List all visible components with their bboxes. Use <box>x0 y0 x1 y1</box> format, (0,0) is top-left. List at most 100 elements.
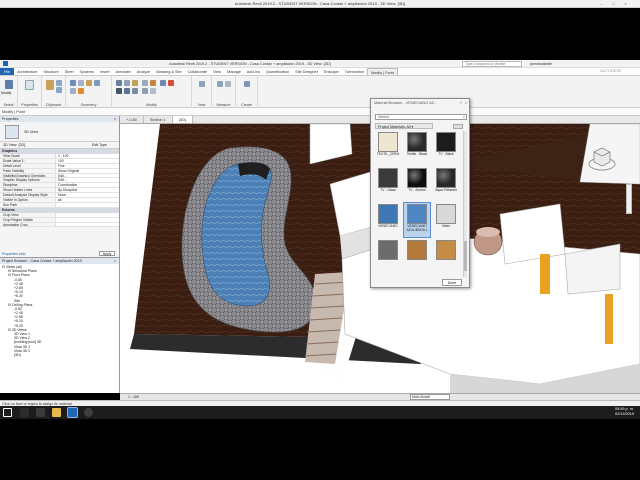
trim-icon[interactable] <box>142 80 148 86</box>
done-button[interactable]: Done <box>442 279 462 286</box>
copy-element-icon[interactable] <box>124 88 130 94</box>
revit-taskbar-icon[interactable] <box>67 407 78 418</box>
property-value[interactable] <box>55 212 119 217</box>
tab-annotate[interactable]: Annotate <box>113 68 134 75</box>
properties-help-link[interactable]: Properties help <box>2 252 26 256</box>
minimize-button[interactable]: – <box>598 1 605 7</box>
property-value[interactable] <box>55 202 119 207</box>
property-value[interactable]: Show Original <box>55 168 119 173</box>
tab-steel[interactable]: Steel <box>62 68 77 75</box>
cut-geometry-icon[interactable] <box>78 80 84 86</box>
search-icon[interactable] <box>20 408 29 417</box>
tab-site-designer[interactable]: Site Designer <box>292 68 321 75</box>
tab-enscape[interactable]: Enscape <box>321 68 342 75</box>
tree-item[interactable]: {3D} <box>2 353 117 357</box>
tab-analyze[interactable]: Analyze <box>134 68 154 75</box>
cope-icon[interactable] <box>70 80 76 86</box>
tab-architecture[interactable]: Architecture <box>14 68 40 75</box>
material-tile[interactable]: TEXTIL_CREA <box>375 131 401 165</box>
task-view-icon[interactable] <box>36 408 45 417</box>
tab-quantification[interactable]: Quantification <box>263 68 292 75</box>
project-materials-dropdown[interactable]: Project Materials: All ▾ <box>375 123 433 129</box>
material-tile[interactable]: VENECIANO AZUL/BUDA 1 <box>403 202 431 238</box>
modify-cursor-icon[interactable] <box>5 80 13 89</box>
view-options-icon[interactable] <box>453 124 463 129</box>
file-explorer-icon[interactable] <box>52 408 61 417</box>
property-value[interactable]: Edit... <box>55 173 119 178</box>
rotate-icon[interactable] <box>132 88 138 94</box>
material-tile[interactable]: Video <box>433 203 459 237</box>
array-icon[interactable] <box>142 88 148 94</box>
material-tile[interactable]: VENECIANO <box>375 203 401 237</box>
paste-icon[interactable] <box>46 80 54 90</box>
material-tile[interactable] <box>375 239 401 273</box>
close-icon[interactable]: × <box>465 99 467 108</box>
tab-twinmotion[interactable]: Twinmotion <box>342 68 367 75</box>
view-tab[interactable]: {3D} <box>172 116 194 123</box>
apply-button[interactable]: Apply <box>99 251 115 256</box>
viewcube[interactable] <box>588 144 616 172</box>
hide-icon[interactable] <box>199 81 205 87</box>
property-value[interactable]: 100 <box>55 158 119 163</box>
mirror-icon[interactable] <box>132 80 138 86</box>
properties-icon[interactable] <box>25 80 34 90</box>
tab-collaborate[interactable]: Collaborate <box>185 68 210 75</box>
tab-modify-point[interactable]: Modify | Point <box>366 68 398 75</box>
edit-type-button[interactable]: Edit Type <box>92 143 107 147</box>
property-value[interactable]: all <box>55 198 119 202</box>
tab-massing-site[interactable]: Massing & Site <box>153 68 184 75</box>
dimension-icon[interactable] <box>225 81 231 87</box>
clear-search-icon[interactable]: × <box>463 115 465 120</box>
copy-icon[interactable] <box>56 87 62 93</box>
close-button[interactable]: × <box>622 1 629 7</box>
tab-systems[interactable]: Systems <box>76 68 97 75</box>
material-tile[interactable]: TV - Screen <box>404 167 430 201</box>
move-icon[interactable] <box>116 88 122 94</box>
material-search-input[interactable]: Venecl × <box>375 114 467 120</box>
scale-icon[interactable] <box>150 88 156 94</box>
view-scale[interactable]: 1 : 100 <box>128 395 139 399</box>
offset-icon[interactable] <box>124 80 130 86</box>
wall-joins-icon[interactable] <box>70 88 76 94</box>
material-tile[interactable]: Vapor Retarder <box>433 167 459 201</box>
tab-manage[interactable]: Manage <box>224 68 244 75</box>
material-tile[interactable] <box>433 239 459 273</box>
navigation-bar[interactable] <box>626 184 632 214</box>
material-tile[interactable]: Textile - Black <box>404 131 430 165</box>
tab-add-ins[interactable]: Add-Ins <box>244 68 263 75</box>
search-input[interactable]: Type a keyword or phrase <box>462 61 522 67</box>
property-value[interactable]: Fine <box>55 163 119 168</box>
material-tile[interactable]: TV - Black <box>433 131 459 165</box>
help-icon[interactable]: ? <box>460 99 462 108</box>
property-value[interactable] <box>55 217 119 222</box>
property-value[interactable] <box>55 222 119 227</box>
property-value[interactable]: 1 : 100 <box>55 154 119 158</box>
pin-icon[interactable] <box>160 80 166 86</box>
modify-button[interactable]: Modify <box>1 91 11 95</box>
align-icon[interactable] <box>116 80 122 86</box>
cut-icon[interactable] <box>56 80 62 86</box>
measure-icon[interactable] <box>217 81 223 87</box>
close-icon[interactable]: × <box>114 258 116 264</box>
maximize-button[interactable]: □ <box>610 1 617 7</box>
material-tile[interactable]: TV - Glass <box>375 167 401 201</box>
tab-file[interactable]: File <box>0 68 15 75</box>
create-icon[interactable] <box>244 81 250 87</box>
material-scrollbar[interactable] <box>463 131 467 277</box>
property-value[interactable]: Coordination <box>55 183 119 188</box>
material-tile[interactable] <box>404 239 430 273</box>
view-tab[interactable]: Section 1 <box>144 116 173 123</box>
view-tab[interactable]: +-0.80 <box>120 116 144 123</box>
property-value[interactable]: Edit... <box>55 178 119 183</box>
property-value[interactable]: By Discipline <box>55 188 119 193</box>
tab-structure[interactable]: Structure <box>40 68 61 75</box>
join-icon[interactable] <box>86 80 92 86</box>
instance-selector[interactable]: 3D View: {3D} <box>3 143 25 147</box>
split-icon[interactable] <box>150 80 156 86</box>
property-value[interactable]: None <box>55 193 119 198</box>
split-face-icon[interactable] <box>94 80 100 86</box>
paint-icon[interactable] <box>78 88 84 94</box>
tab-insert[interactable]: Insert <box>97 68 113 75</box>
user-name[interactable]: jannetcastrille <box>530 62 552 66</box>
obs-icon[interactable] <box>84 408 93 417</box>
